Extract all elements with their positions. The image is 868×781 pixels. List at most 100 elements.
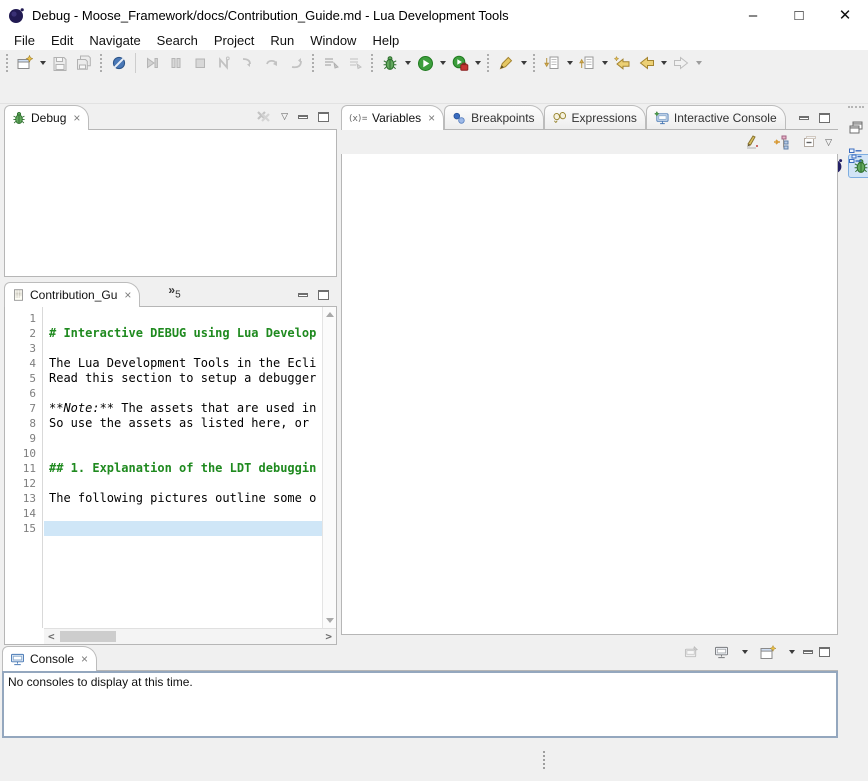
strip-grip[interactable] [848,106,864,111]
debug-maximize-icon[interactable] [318,112,329,122]
display-selected-console-icon[interactable] [709,640,733,664]
editor-line[interactable]: The Lua Development Tools in the Ecli [44,356,322,371]
tab-debug[interactable]: Debug × [4,105,89,130]
debug-minimize-icon[interactable] [298,115,308,119]
editor-code[interactable]: # Interactive DEBUG using Lua Develop The… [44,307,322,628]
menubar: File Edit Navigate Search Project Run Wi… [0,30,868,50]
editor-line[interactable] [44,341,322,356]
skip-all-breakpoints-button[interactable] [107,51,131,75]
open-console-dropdown[interactable] [786,640,797,664]
save-all-button[interactable] [72,51,96,75]
scroll-down-icon[interactable] [326,618,334,623]
tab-variables[interactable]: (x)= Variables × [341,105,444,130]
console-maximize-icon[interactable] [819,647,830,657]
variables-icon: (x)= [349,112,367,124]
tab-interactive-console[interactable]: Interactive Console [646,105,786,129]
previous-annotation-dropdown[interactable] [599,51,610,75]
tab-breakpoints[interactable]: Breakpoints [444,105,543,129]
editor-line[interactable] [44,386,322,401]
display-console-dropdown[interactable] [739,640,750,664]
run-dropdown[interactable] [437,51,448,75]
tab-expressions[interactable]: Expressions [544,105,646,129]
editor-maximize-icon[interactable] [318,290,329,300]
tab-debug-close-icon[interactable]: × [73,111,80,125]
editor-line[interactable] [44,431,322,446]
toolbar-grip[interactable] [371,54,374,72]
window-maximize-button[interactable]: □ [776,0,822,30]
editor-line[interactable]: **Note:** The assets that are used in [44,401,322,416]
external-tools-button[interactable] [448,51,472,75]
scrollbar-thumb[interactable] [60,631,116,642]
restore-views-icon[interactable] [844,115,868,139]
outline-view-icon[interactable] [844,143,868,167]
menu-search[interactable]: Search [149,30,206,50]
tab-contribution-guide[interactable]: Contribution_Gu × [4,282,140,307]
menu-edit[interactable]: Edit [43,30,81,50]
editor-line[interactable]: So use the assets as listed here, or [44,416,322,431]
run-button[interactable] [413,51,437,75]
window-minimize-button[interactable]: – [730,0,776,30]
show-type-names-icon[interactable] [741,130,765,154]
variables-view-menu-icon[interactable]: ▽ [825,137,832,148]
last-edit-location-button[interactable] [610,51,634,75]
show-logical-structures-icon[interactable] [769,130,793,154]
toolbar-grip[interactable] [100,54,103,72]
variables-view-content[interactable] [341,154,838,635]
tab-variables-close-icon[interactable]: × [428,111,435,125]
highlighter-dropdown[interactable] [518,51,529,75]
save-button[interactable] [48,51,72,75]
debug-dropdown[interactable] [402,51,413,75]
highlighter-button[interactable] [494,51,518,75]
next-annotation-dropdown[interactable] [564,51,575,75]
variables-minimize-icon[interactable] [799,116,809,120]
debug-view-content[interactable] [4,130,337,277]
editor-line[interactable] [44,446,322,461]
editor-minimize-icon[interactable] [298,293,308,297]
new-wizard-dropdown[interactable] [37,51,48,75]
editor-vertical-scrollbar[interactable] [322,307,336,628]
editor-gutter[interactable]: 123456789101112131415 [5,307,43,628]
next-annotation-button[interactable] [540,51,564,75]
editor-line[interactable]: ## 1. Explanation of the LDT debuggin [44,461,322,476]
open-console-icon[interactable] [756,640,780,664]
menu-run[interactable]: Run [262,30,302,50]
new-wizard-button[interactable] [13,51,37,75]
editor-line[interactable] [44,476,322,491]
line-number: 12 [5,476,42,491]
tab-console[interactable]: Console × [2,646,97,671]
menu-navigate[interactable]: Navigate [81,30,148,50]
menu-window[interactable]: Window [302,30,364,50]
scroll-right-icon[interactable]: > [325,633,332,641]
console-minimize-icon[interactable] [803,650,813,654]
menu-help[interactable]: Help [364,30,407,50]
back-button[interactable] [634,51,658,75]
external-tools-dropdown[interactable] [472,51,483,75]
editor-line[interactable] [44,311,322,326]
menu-project[interactable]: Project [206,30,262,50]
editor-line[interactable] [44,521,322,536]
editor-line[interactable]: The following pictures outline some o [44,491,322,506]
window-close-button[interactable]: ✕ [822,0,868,30]
previous-annotation-button[interactable] [575,51,599,75]
toolbar-grip[interactable] [312,54,315,72]
toolbar-grip[interactable] [6,54,9,72]
scroll-up-icon[interactable] [326,312,334,317]
tab-contribution-guide-close-icon[interactable]: × [124,288,131,302]
debug-view-menu-icon[interactable]: ▽ [281,111,288,122]
back-dropdown[interactable] [658,51,669,75]
editor-line[interactable]: Read this section to setup a debugger [44,371,322,386]
statusbar-grip[interactable] [543,751,546,769]
debug-button[interactable] [378,51,402,75]
toolbar-grip[interactable] [487,54,490,72]
editor-tab-overflow[interactable]: »5 [168,283,180,306]
toolbar-grip[interactable] [533,54,536,72]
scroll-left-icon[interactable]: < [48,633,55,641]
menu-file[interactable]: File [6,30,43,50]
editor-horizontal-scrollbar[interactable]: < > [44,628,336,644]
editor-line[interactable] [44,506,322,521]
editor-line[interactable]: # Interactive DEBUG using Lua Develop [44,326,322,341]
variables-maximize-icon[interactable] [819,113,830,123]
tab-console-close-icon[interactable]: × [81,652,88,666]
console-content[interactable]: No consoles to display at this time. [2,671,838,738]
collapse-all-icon[interactable] [797,130,821,154]
